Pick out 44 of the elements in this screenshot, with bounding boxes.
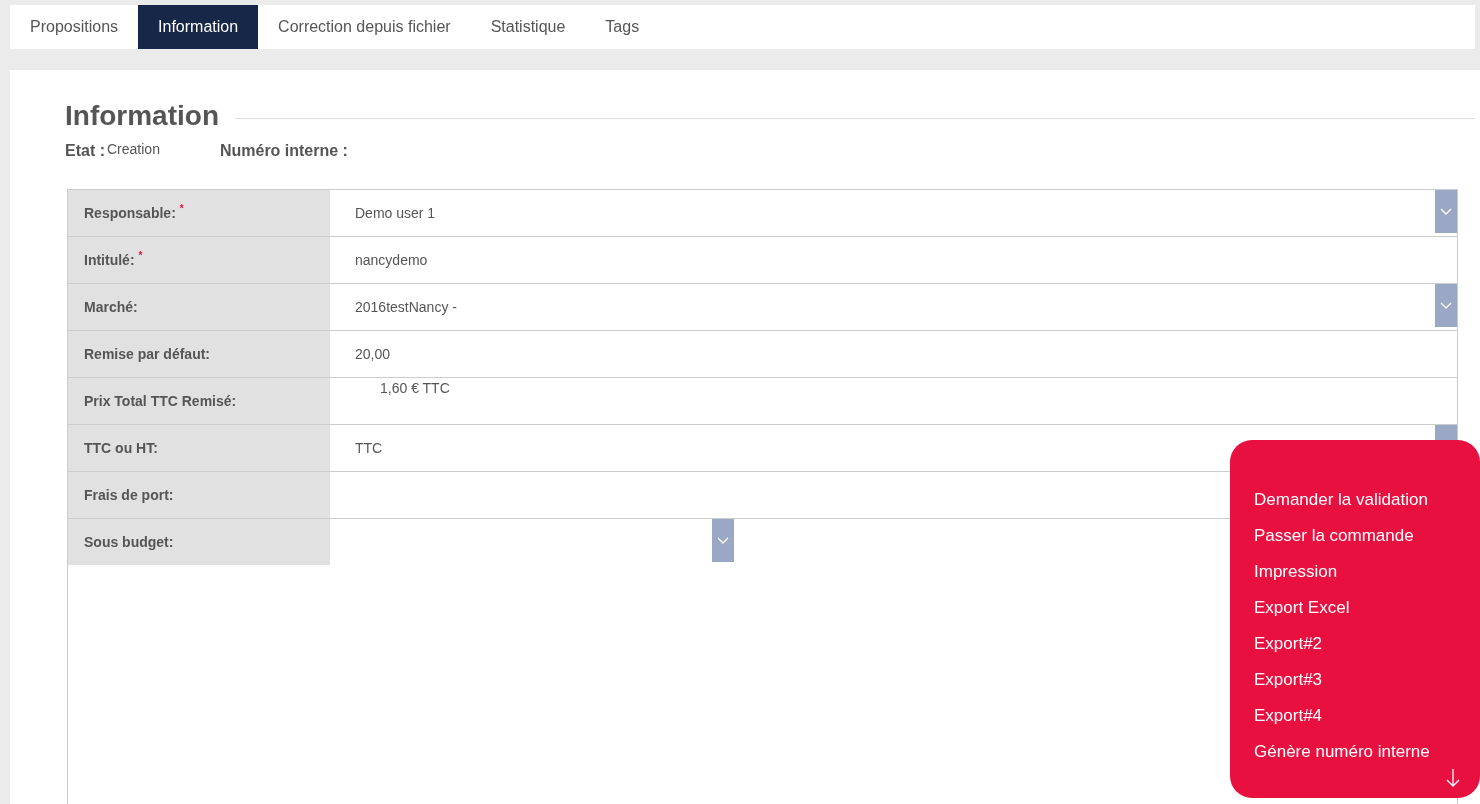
status-label: Etat :	[65, 142, 105, 160]
input-field[interactable]: 20,00	[330, 331, 1457, 377]
field-label-text: Frais de port:	[84, 487, 174, 503]
menu-item[interactable]: Export#4	[1254, 698, 1480, 734]
tab[interactable]: Correction depuis fichier	[258, 5, 471, 49]
select-field[interactable]: Demo user 1	[330, 190, 1457, 236]
arrow-down-icon[interactable]	[1446, 768, 1460, 788]
required-mark: *	[138, 249, 143, 261]
select-value: Demo user 1	[355, 205, 437, 221]
menu-item[interactable]: Passer la commande	[1254, 518, 1480, 554]
required-mark: *	[179, 202, 184, 214]
internal-number-label: Numéro interne :	[219, 142, 348, 160]
menu-item[interactable]: Impression	[1254, 554, 1480, 590]
total-price-value: 1,60 € TTC	[380, 380, 450, 396]
status-value: Creation	[107, 141, 160, 157]
section-title: Information	[65, 100, 219, 132]
chevron-down-icon	[717, 536, 729, 545]
dropdown-button[interactable]	[1435, 284, 1457, 327]
field-label-text: Sous budget:	[84, 534, 174, 550]
tab[interactable]: Tags	[585, 5, 660, 49]
tab[interactable]: Propositions	[10, 5, 139, 49]
chevron-down-icon	[1440, 301, 1452, 310]
select-field[interactable]: 2016testNancy -	[330, 284, 1457, 330]
menu-item[interactable]: Export Excel	[1254, 590, 1480, 626]
field-label-text: Responsable:	[84, 205, 176, 221]
field-label-text: TTC ou HT:	[84, 440, 158, 456]
select-value: TTC	[355, 440, 384, 456]
field-label-text: Marché:	[84, 299, 138, 315]
menu-item[interactable]: Export#2	[1254, 626, 1480, 662]
input-value: 20,00	[355, 346, 391, 362]
dropdown-button[interactable]	[1435, 190, 1457, 233]
tab[interactable]: Statistique	[470, 5, 586, 49]
chevron-down-icon	[1440, 207, 1452, 216]
dropdown-button[interactable]	[712, 519, 734, 562]
input-field[interactable]: nancydemo	[330, 237, 1457, 283]
menu-item[interactable]: Demander la validation	[1254, 482, 1480, 518]
menu-item[interactable]: Génère numéro interne	[1254, 734, 1480, 770]
tab[interactable]: Information	[138, 5, 259, 49]
field-label-text: Remise par défaut:	[84, 346, 211, 362]
field-label-text: Prix Total TTC Remisé:	[84, 393, 237, 409]
menu-item[interactable]: Export#3	[1254, 662, 1480, 698]
field-label-text: Intitulé:	[84, 252, 135, 268]
select-value: 2016testNancy -	[355, 299, 458, 315]
input-value: nancydemo	[355, 252, 428, 268]
